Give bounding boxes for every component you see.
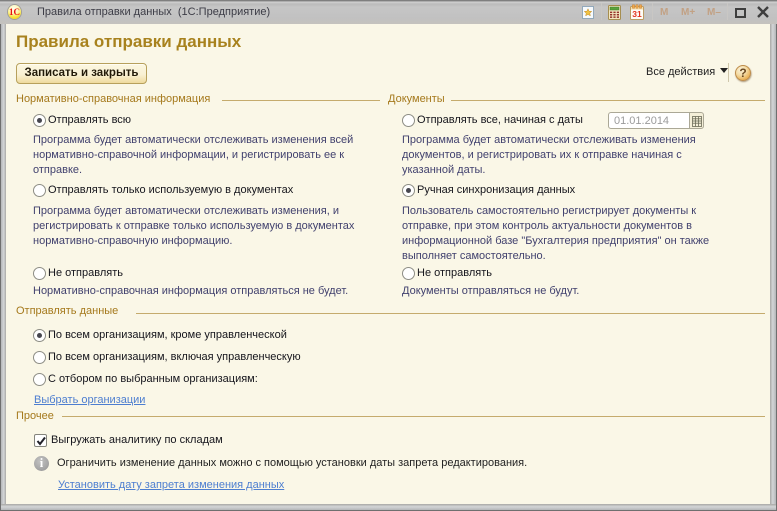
- svg-text:31: 31: [632, 9, 642, 19]
